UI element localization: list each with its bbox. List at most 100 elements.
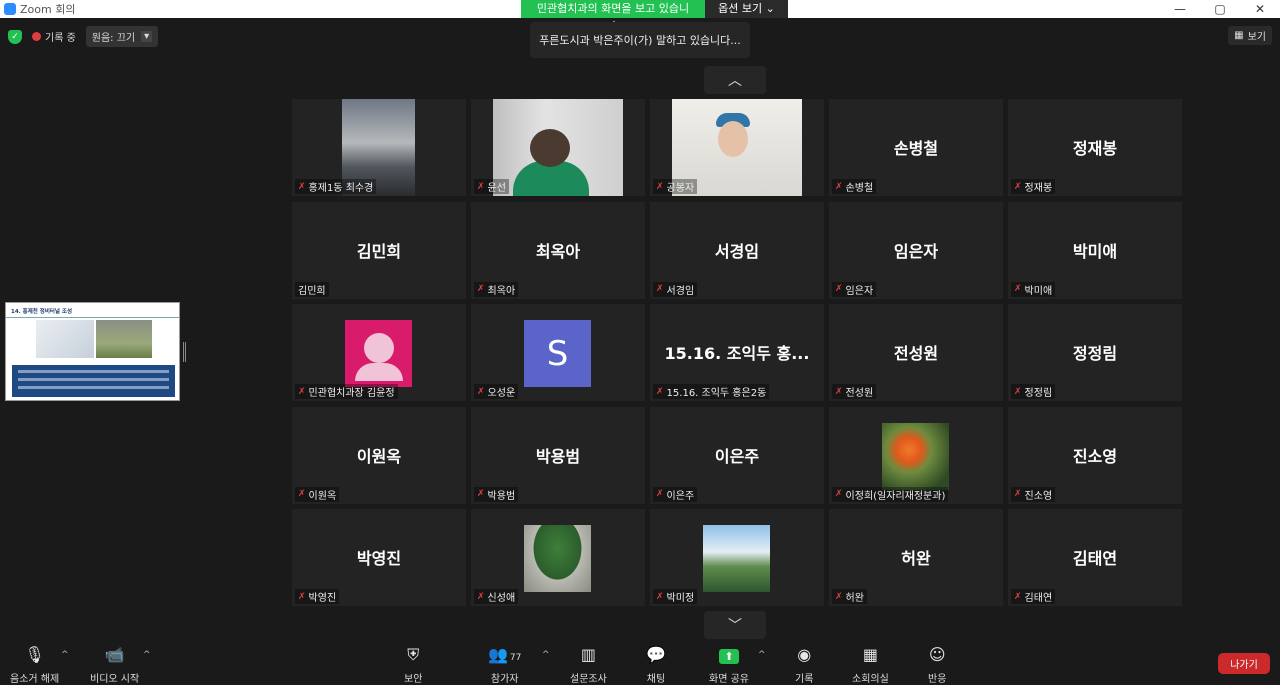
view-options-button[interactable]: 옵션 보기 ⌄: [705, 0, 788, 18]
mic-muted-icon: ✗: [477, 181, 485, 192]
participant-tile[interactable]: 정재봉 ✗ 정재봉: [1008, 99, 1182, 196]
mic-muted-icon: ✗: [835, 284, 843, 294]
mic-muted-icon: ✗: [835, 181, 843, 192]
polls-button[interactable]: ▥ 설문조사: [570, 644, 607, 685]
participant-tile[interactable]: 박영진 ✗ 박영진: [292, 509, 466, 606]
shared-slide-title: 14. 홍제천 정비터널 조성: [6, 303, 179, 318]
participant-name-tag: ✗ 손병철: [832, 179, 877, 194]
mic-muted-icon: ✗: [656, 386, 664, 397]
mic-muted-icon: ✗: [1014, 386, 1022, 397]
participant-tile[interactable]: 박용범 ✗ 박용범: [471, 406, 645, 504]
participant-name: 박미정: [666, 593, 695, 604]
participant-name: 박영진: [308, 593, 337, 604]
participant-tile[interactable]: ✗ 윤선: [471, 99, 645, 196]
participant-tile[interactable]: 김민희 김민희: [292, 201, 466, 299]
participant-display-name: 최옥아: [535, 241, 581, 261]
participant-display-name: 정재봉: [1072, 139, 1118, 158]
participant-tile[interactable]: ✗ 이정희(일자리재정분과): [829, 406, 1003, 504]
participant-name-tag: ✗ 이정희(일자리재정분과): [832, 486, 949, 502]
participant-name-tag: ✗ 진소영: [1011, 486, 1056, 502]
security-shield-icon[interactable]: ✓: [8, 29, 22, 44]
participant-tile[interactable]: 진소영 ✗ 진소영: [1008, 406, 1182, 504]
participant-name-tag: ✗ 이은주: [653, 486, 698, 502]
participants-options-caret[interactable]: ^: [542, 650, 550, 660]
participant-name-tag: ✗ 박미정: [653, 589, 698, 604]
participant-name-tag: ✗ 박용범: [474, 486, 519, 502]
participant-name: 공봉자: [666, 183, 695, 194]
unmute-button[interactable]: 🎙 음소거 해제: [10, 644, 59, 685]
participant-name: 이정희(일자리재정분과): [845, 490, 946, 502]
participant-name: 임은자: [845, 285, 874, 297]
participant-tile[interactable]: 서경임 ✗ 서경임: [650, 201, 824, 299]
participant-display-name: 정정림: [1072, 344, 1118, 363]
participant-tile[interactable]: 김태연 ✗ 김태연: [1008, 509, 1182, 606]
participant-tile[interactable]: 15.16. 조익두 홍... ✗ 15.16. 조익두 홍은2동: [650, 304, 824, 401]
audio-options-caret[interactable]: ^: [61, 650, 69, 660]
video-options-caret[interactable]: ^: [143, 650, 151, 660]
participant-tile[interactable]: ✗ 신성애: [471, 509, 645, 606]
participant-tile[interactable]: S ✗ 오성운: [471, 304, 645, 401]
participant-display-name: 임은자: [893, 241, 939, 261]
participant-display-name: 박영진: [356, 549, 402, 568]
participant-tile[interactable]: ✗ 민관협치과장 김윤정: [292, 304, 466, 401]
mic-muted-icon: ✗: [835, 591, 843, 602]
participants-button[interactable]: 👥 77 참가자: [488, 644, 521, 685]
participant-tile[interactable]: 최옥아 ✗ 최옥아: [471, 201, 645, 299]
participant-name-tag: ✗ 신성애: [474, 589, 519, 604]
share-banner-message: 민관협치과의 화면을 보고 있습니다.: [521, 0, 705, 33]
minimize-button[interactable]: —: [1160, 0, 1200, 18]
previous-page-button[interactable]: ︿: [704, 66, 766, 94]
leave-meeting-button[interactable]: 나가기: [1218, 653, 1270, 674]
mic-muted-icon: ✗: [1014, 181, 1022, 192]
participant-tile[interactable]: 정정림 ✗ 정정림: [1008, 304, 1182, 401]
share-screen-button[interactable]: ⬆ 화면 공유: [709, 644, 749, 685]
participant-name-tag: ✗ 윤선: [474, 179, 509, 194]
original-sound-toggle[interactable]: 원음: 끄기 ▾: [85, 26, 159, 47]
start-video-button[interactable]: 📹 비디오 시작: [90, 644, 139, 685]
maximize-button[interactable]: ▢: [1200, 0, 1240, 18]
participant-name: 이은주: [666, 490, 695, 502]
participant-name-tag: ✗ 서경임: [653, 281, 698, 297]
meeting-toolbar: 🎙 음소거 해제 ^ 📹 비디오 시작 ^ ⛨ 보안 👥 77 참가자 ^ ▥ 설…: [0, 640, 1280, 685]
next-page-button[interactable]: ﹀: [704, 611, 766, 639]
participant-tile[interactable]: 박미애 ✗ 박미애: [1008, 201, 1182, 299]
participants-count: 77: [509, 653, 522, 663]
view-button[interactable]: ▦ 보기: [1228, 26, 1272, 45]
recording-indicator[interactable]: 기록 중: [32, 29, 76, 44]
original-sound-label: 원음: 끄기: [91, 33, 136, 44]
share-options-caret[interactable]: ^: [758, 650, 766, 660]
record-button[interactable]: ◉ 기록: [795, 644, 813, 685]
record-label: 기록: [795, 674, 814, 685]
mic-muted-icon: ✗: [656, 591, 664, 602]
panel-resize-handle[interactable]: [183, 342, 186, 362]
security-label: 보안: [404, 674, 423, 685]
participant-tile[interactable]: 이원옥 ✗ 이원옥: [292, 406, 466, 504]
record-dot-icon: [32, 32, 41, 41]
security-button[interactable]: ⛨ 보안: [404, 644, 422, 685]
participant-display-name: 전성원: [893, 344, 939, 363]
mic-muted-icon: ✗: [1014, 284, 1022, 294]
active-speaker-notice: 푸른도시과 박은주이(가) 말하고 있습니다...: [530, 22, 750, 58]
participant-tile[interactable]: ✗ 홍제1동 최수경: [292, 99, 466, 196]
chevron-down-icon[interactable]: ▾: [141, 31, 153, 42]
participant-tile[interactable]: 손병철 ✗ 손병철: [829, 99, 1003, 196]
participant-tile[interactable]: 전성원 ✗ 전성원: [829, 304, 1003, 401]
app-title: Zoom 회의: [0, 1, 75, 17]
participant-name-tag: ✗ 허완: [832, 589, 867, 604]
participant-name: 허완: [845, 593, 864, 604]
shared-screen-thumbnail[interactable]: 14. 홍제천 정비터널 조성: [5, 302, 180, 401]
mic-muted-icon: ✗: [656, 181, 664, 192]
participant-tile[interactable]: ✗ 공봉자: [650, 99, 824, 196]
participant-tile[interactable]: ✗ 박미정: [650, 509, 824, 606]
chat-button[interactable]: 💬 채팅: [646, 644, 666, 685]
participant-tile[interactable]: 임은자 ✗ 임은자: [829, 201, 1003, 299]
participant-name-tag: ✗ 박영진: [295, 589, 340, 604]
participant-tile[interactable]: 이은주 ✗ 이은주: [650, 406, 824, 504]
close-button[interactable]: ✕: [1240, 0, 1280, 18]
participant-display-name: 박미애: [1072, 241, 1118, 261]
participant-name: 정정림: [1024, 388, 1053, 399]
participant-tile[interactable]: 허완 ✗ 허완: [829, 509, 1003, 606]
reactions-button[interactable]: ☺ 반응: [928, 644, 946, 685]
participant-name: 박미애: [1024, 285, 1053, 297]
breakout-rooms-button[interactable]: ▦ 소회의실: [852, 644, 889, 685]
